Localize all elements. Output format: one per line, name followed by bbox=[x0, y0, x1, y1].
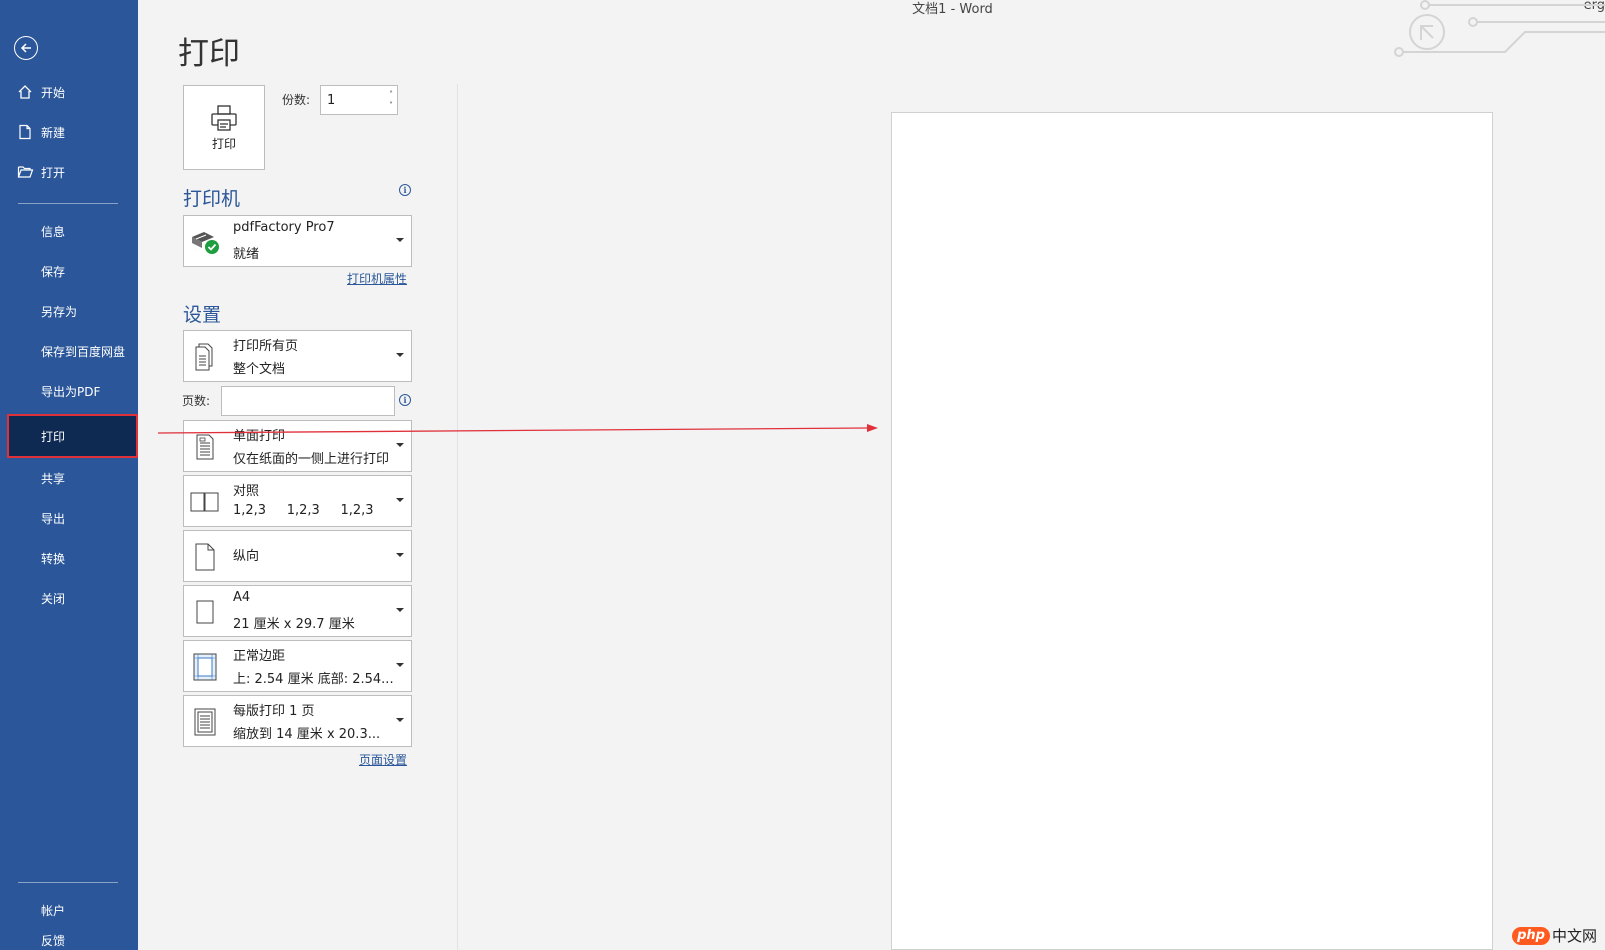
copies-label: 份数: bbox=[282, 93, 311, 107]
print-preview-page bbox=[891, 112, 1493, 950]
sidebar-item-print[interactable]: 打印 bbox=[7, 414, 138, 458]
sidebar-separator bbox=[18, 203, 118, 204]
page-title: 打印 bbox=[178, 36, 240, 72]
pages-icon bbox=[190, 341, 220, 373]
increment-icon[interactable]: ˄ bbox=[389, 89, 393, 100]
margins-dropdown[interactable]: 正常边距 上: 2.54 厘米 底部: 2.54... bbox=[183, 640, 412, 692]
paper-icon bbox=[190, 596, 220, 628]
sidebar-item-save[interactable]: 保存 bbox=[0, 251, 138, 291]
caret-down-icon bbox=[396, 498, 404, 502]
info-icon[interactable]: i bbox=[399, 394, 411, 406]
sidebar-item-export-pdf[interactable]: 导出为PDF bbox=[0, 371, 138, 411]
orientation-dropdown[interactable]: 纵向 bbox=[183, 530, 412, 582]
sidebar-separator bbox=[18, 882, 118, 883]
printer-heading: 打印机 bbox=[183, 188, 241, 210]
copies-input[interactable] bbox=[327, 92, 382, 108]
settings-heading: 设置 bbox=[183, 304, 222, 326]
pages-per-sheet-dropdown[interactable]: 每版打印 1 页 缩放到 14 厘米 x 20.3... bbox=[183, 695, 412, 747]
sidebar-item-home[interactable]: 开始 bbox=[0, 72, 138, 112]
sidebar-item-save-as[interactable]: 另存为 bbox=[0, 291, 138, 331]
printer-icon bbox=[211, 105, 237, 131]
printer-dropdown[interactable]: pdfFactory Pro7 就绪 bbox=[183, 215, 412, 267]
arrow-left-icon bbox=[20, 43, 31, 53]
paper-size-dropdown[interactable]: A4 21 厘米 x 29.7 厘米 bbox=[183, 585, 412, 637]
page-setup-link[interactable]: 页面设置 bbox=[359, 751, 407, 768]
decrement-icon[interactable]: ˅ bbox=[389, 100, 393, 111]
backstage-sidebar: 开始 新建 打开 信息 保存 另存为 保存到百度网盘 导出为PDF 打印 共享 … bbox=[0, 0, 138, 950]
new-document-icon bbox=[17, 124, 39, 140]
pages-input[interactable] bbox=[221, 386, 395, 416]
back-button[interactable] bbox=[14, 36, 38, 60]
sidebar-item-new[interactable]: 新建 bbox=[0, 112, 138, 152]
sidebar-item-save-to-baidu[interactable]: 保存到百度网盘 bbox=[0, 331, 138, 371]
pages-per-sheet-icon bbox=[190, 706, 220, 738]
one-sided-icon bbox=[190, 431, 220, 463]
sidebar-item-open[interactable]: 打开 bbox=[0, 152, 138, 192]
portrait-page-icon bbox=[190, 541, 220, 573]
printer-status: 就绪 bbox=[233, 247, 260, 262]
collate-dropdown[interactable]: 对照 1,2,3 1,2,3 1,2,3 bbox=[183, 475, 412, 527]
caret-down-icon bbox=[396, 608, 404, 612]
print-button[interactable]: 打印 bbox=[183, 85, 265, 170]
folder-open-icon bbox=[17, 164, 39, 180]
printer-properties-link[interactable]: 打印机属性 bbox=[347, 270, 407, 287]
sidebar-item-convert[interactable]: 转换 bbox=[0, 538, 138, 578]
collate-icon bbox=[190, 486, 220, 518]
pages-label: 页数: bbox=[182, 394, 211, 408]
sides-dropdown[interactable]: 单面打印 仅在纸面的一侧上进行打印 bbox=[183, 420, 412, 472]
caret-down-icon bbox=[396, 238, 404, 242]
watermark-text: 中文网 bbox=[1551, 927, 1597, 945]
caret-down-icon bbox=[396, 443, 404, 447]
sidebar-item-close[interactable]: 关闭 bbox=[0, 578, 138, 618]
printer-ready-icon bbox=[190, 226, 220, 258]
caret-down-icon bbox=[396, 553, 404, 557]
watermark: php 中文网 bbox=[1512, 925, 1597, 946]
copies-stepper[interactable]: ˄ ˅ bbox=[320, 85, 398, 115]
caret-down-icon bbox=[396, 718, 404, 722]
sidebar-item-account[interactable]: 帐户 bbox=[0, 890, 138, 930]
sidebar-item-feedback[interactable]: 反馈 bbox=[0, 928, 138, 950]
print-range-dropdown[interactable]: 打印所有页 整个文档 bbox=[183, 330, 412, 382]
panel-divider bbox=[457, 84, 458, 950]
sidebar-item-export[interactable]: 导出 bbox=[0, 498, 138, 538]
printer-name: pdfFactory Pro7 bbox=[233, 220, 335, 235]
watermark-brand: php bbox=[1512, 926, 1550, 945]
margins-icon bbox=[190, 651, 220, 683]
decorative-circuit-graphic bbox=[1394, 0, 1605, 57]
info-icon[interactable]: i bbox=[399, 184, 411, 196]
home-icon bbox=[17, 84, 39, 100]
sidebar-item-share[interactable]: 共享 bbox=[0, 458, 138, 498]
caret-down-icon bbox=[396, 353, 404, 357]
caret-down-icon bbox=[396, 663, 404, 667]
sidebar-item-info[interactable]: 信息 bbox=[0, 211, 138, 251]
window-title: 文档1 - Word bbox=[912, 2, 993, 17]
